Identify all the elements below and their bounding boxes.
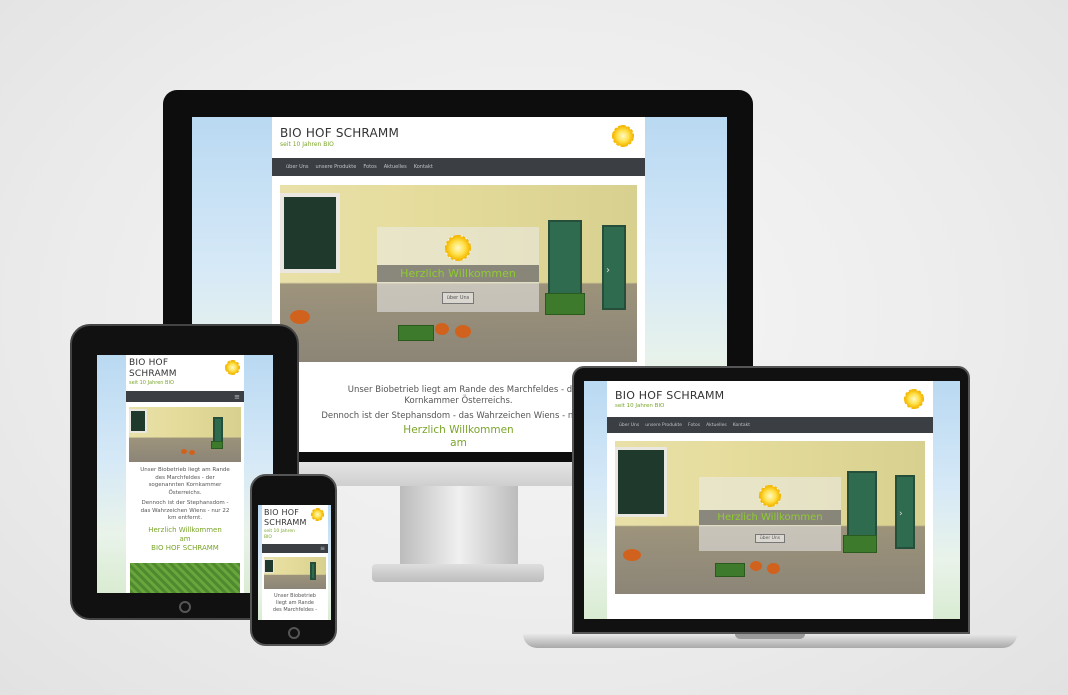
hamburger-menu-icon[interactable]: ≡ <box>234 393 240 401</box>
site-title-line: SCHRAMM <box>264 518 307 527</box>
main-nav: über Uns unsere Produkte Fotos Aktuelles… <box>607 417 933 433</box>
site-title-line: BIO HOF <box>264 508 300 517</box>
site-title-line: BIO HOF <box>129 358 169 368</box>
door-photo <box>895 475 915 549</box>
hero-caption: Herzlich Willkommen <box>377 265 539 282</box>
nav-item-fotos[interactable]: Fotos <box>363 164 376 170</box>
welcome-line: am <box>179 535 191 543</box>
home-button[interactable] <box>288 627 300 639</box>
site-title-line: SCHRAMM <box>129 369 177 379</box>
intro-line: Österreichs. <box>168 489 202 496</box>
hero-slider[interactable] <box>264 557 326 589</box>
nav-item-ueber-uns[interactable]: über Uns <box>286 164 309 170</box>
pumpkin-photo <box>767 563 780 574</box>
pumpkin-photo <box>435 323 449 335</box>
intro-line: liegt am Rande <box>276 600 314 606</box>
site-subtitle-line: BIO <box>264 535 272 540</box>
crate-photo <box>398 325 434 341</box>
intro-line: Unser Biobetrieb <box>274 593 316 599</box>
nav-item-aktuelles[interactable]: Aktuelles <box>384 164 407 170</box>
crate-photo <box>545 293 585 315</box>
sun-logo-icon[interactable] <box>612 125 634 147</box>
ipad-screen: BIO HOF SCHRAMM seit 10 Jahren BIO ≡ Uns… <box>97 355 273 593</box>
intro-line: sogenannten Kornkammer <box>148 482 222 488</box>
macbook-device: BIO HOF SCHRAMM seit 10 Jahren BIO über … <box>572 366 970 634</box>
intro-text: Unser Biobetrieb liegt am Rande des Marc… <box>262 593 328 614</box>
hero-caption-box: Herzlich Willkommen über Uns <box>699 477 841 551</box>
ipad-site-page: BIO HOF SCHRAMM seit 10 Jahren BIO ≡ Uns… <box>126 355 244 593</box>
site-title[interactable]: BIO HOF SCHRAMM <box>129 358 177 380</box>
iphone-screen: BIO HOF SCHRAMM seit 10 Jahren BIO ≡ Uns… <box>258 505 331 620</box>
iphone-device: BIO HOF SCHRAMM seit 10 Jahren BIO ≡ Uns… <box>250 474 337 646</box>
imac-stand <box>400 486 518 564</box>
sun-logo-icon <box>445 235 471 261</box>
main-nav: ≡ <box>126 391 244 402</box>
sun-logo-icon[interactable] <box>311 508 324 521</box>
intro-line: km entfernt. <box>167 515 203 521</box>
iphone-site-page: BIO HOF SCHRAMM seit 10 Jahren BIO ≡ Uns… <box>262 505 328 620</box>
crate-photo <box>843 535 877 553</box>
hero-slider[interactable]: Herzlich Willkommen über Uns › <box>280 185 637 362</box>
nav-item-produkte[interactable]: unsere Produkte <box>645 423 682 428</box>
site-subtitle: seit 10 Jahren BIO <box>129 380 174 386</box>
home-button[interactable] <box>179 601 191 613</box>
garden-photo <box>130 563 240 593</box>
window-photo <box>264 559 274 573</box>
sun-logo-icon[interactable] <box>225 360 240 375</box>
intro-line: Unser Biobetrieb liegt am Rande <box>140 467 230 473</box>
site-subtitle: seit 10 Jahren BIO <box>264 529 295 541</box>
site-subtitle: seit 10 Jahren BIO <box>280 141 334 148</box>
welcome-line: Herzlich Willkommen <box>148 526 222 534</box>
chevron-right-icon[interactable]: › <box>606 265 610 276</box>
intro-line: das Wahrzeichen Wiens - nur 22 <box>140 507 230 514</box>
pumpkin-photo <box>750 561 762 571</box>
crate-photo <box>715 563 745 577</box>
intro-line: des Marchfeldes - der <box>155 474 215 481</box>
intro-line: des Marchfeldes - <box>272 607 318 613</box>
door-photo <box>310 562 316 580</box>
hero-caption-box: Herzlich Willkommen über Uns <box>377 227 539 312</box>
nav-item-kontakt[interactable]: Kontakt <box>733 423 750 428</box>
nav-item-fotos[interactable]: Fotos <box>688 423 700 428</box>
nav-item-kontakt[interactable]: Kontakt <box>414 164 433 170</box>
site-title[interactable]: BIO HOF SCHRAMM <box>264 508 307 528</box>
pumpkin-photo <box>181 449 187 454</box>
site-title[interactable]: BIO HOF SCHRAMM <box>615 389 724 402</box>
hamburger-menu-icon[interactable]: ≡ <box>320 545 325 552</box>
hero-slider[interactable]: Herzlich Willkommen über Uns › <box>615 441 925 594</box>
imac-foot <box>372 564 544 582</box>
intro-line: Dennoch ist der Stephansdom - <box>141 500 229 506</box>
intro-text: Unser Biobetrieb liegt am Rande des Marc… <box>126 467 244 523</box>
macbook-site-page: BIO HOF SCHRAMM seit 10 Jahren BIO über … <box>607 381 933 619</box>
nav-item-produkte[interactable]: unsere Produkte <box>316 164 357 170</box>
welcome-heading: Herzlich Willkommen am BIO HOF SCHRAMM <box>126 526 244 553</box>
hero-button[interactable]: über Uns <box>754 534 786 543</box>
macbook-notch <box>735 634 805 639</box>
macbook-screen: BIO HOF SCHRAMM seit 10 Jahren BIO über … <box>584 381 960 619</box>
nav-item-ueber-uns[interactable]: über Uns <box>619 423 639 428</box>
window-photo <box>129 409 147 433</box>
window-photo <box>280 193 340 273</box>
pumpkin-photo <box>189 450 195 455</box>
nav-item-aktuelles[interactable]: Aktuelles <box>706 423 727 428</box>
welcome-line: BIO HOF SCHRAMM <box>151 544 219 552</box>
pumpkin-photo <box>623 549 641 561</box>
site-title[interactable]: BIO HOF SCHRAMM <box>280 126 399 140</box>
pumpkin-photo <box>290 310 310 324</box>
crate-photo <box>211 441 223 449</box>
hero-slider[interactable] <box>129 407 241 462</box>
hero-caption: Herzlich Willkommen <box>699 510 841 525</box>
sun-logo-icon <box>759 485 781 507</box>
window-photo <box>615 447 667 517</box>
chevron-right-icon[interactable]: › <box>899 509 903 519</box>
sun-logo-icon[interactable] <box>904 389 924 409</box>
pumpkin-photo <box>455 325 471 338</box>
hero-button[interactable]: über Uns <box>441 292 475 304</box>
site-subtitle: seit 10 Jahren BIO <box>615 403 665 409</box>
main-nav: über Uns unsere Produkte Fotos Aktuelles… <box>272 158 645 176</box>
main-nav: ≡ <box>262 544 328 553</box>
